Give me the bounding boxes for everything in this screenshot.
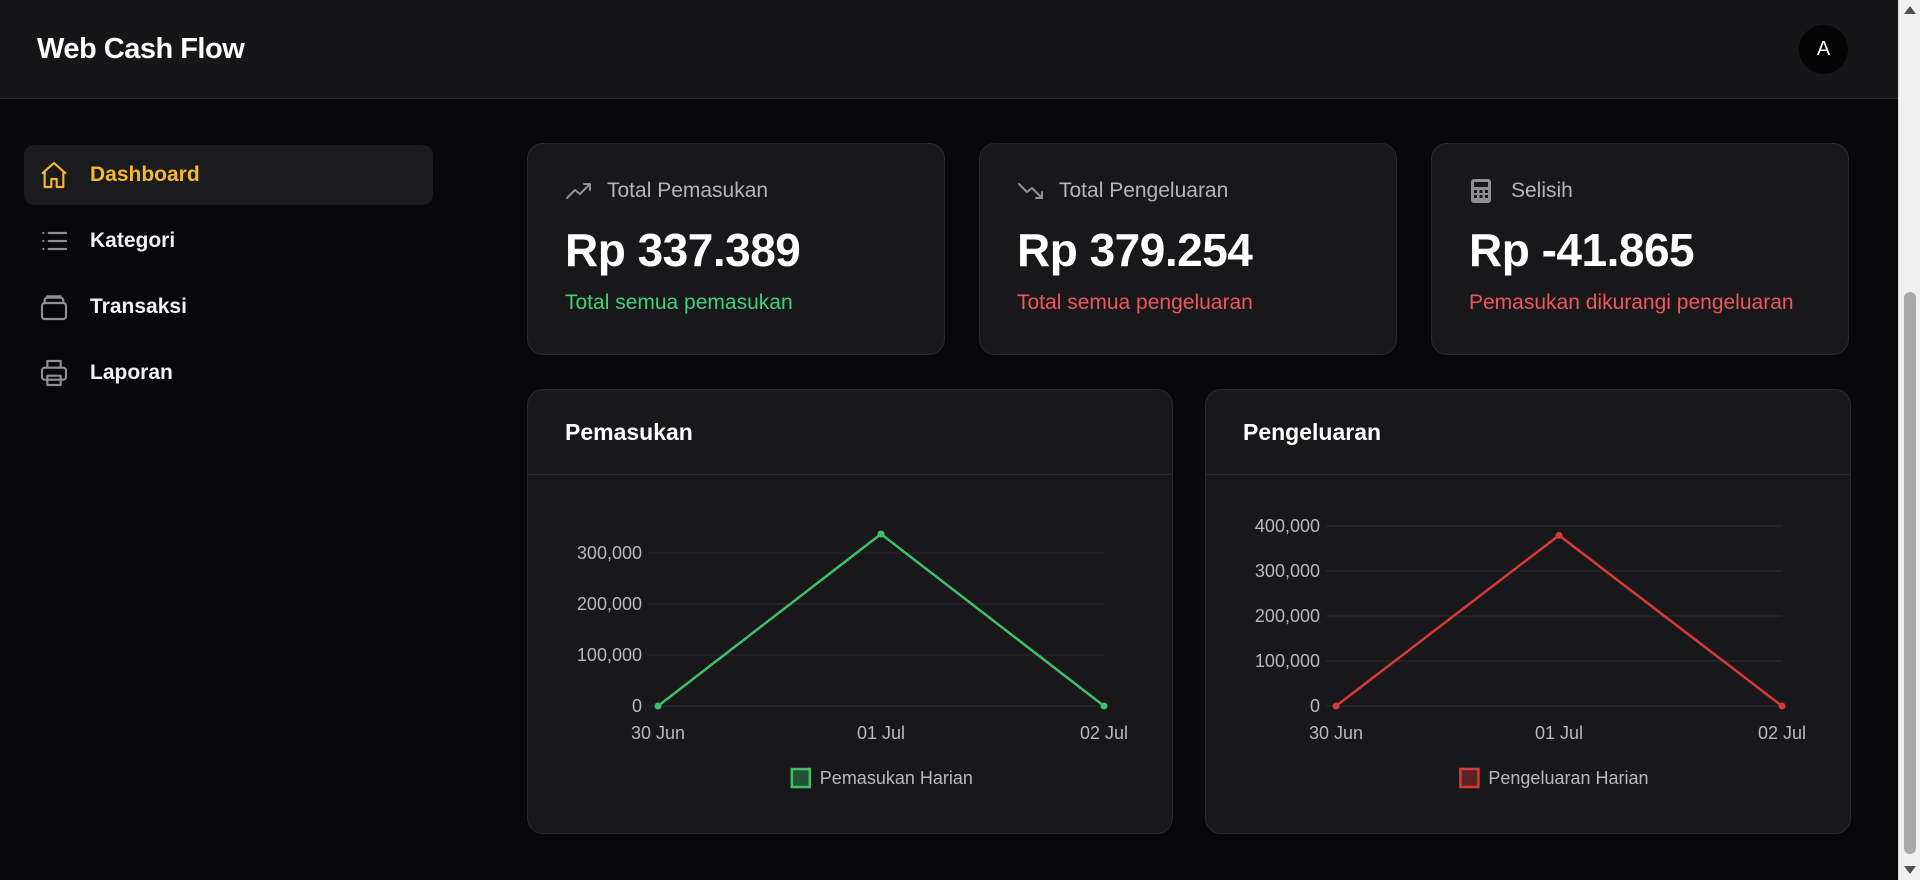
y-tick-label: 0 [632, 696, 642, 716]
x-tick-label: 01 Jul [857, 723, 905, 743]
income-line-chart: 0 100,000 200,000 300,000 30 Jun 01 Jul 02 Jul… [577, 530, 1128, 789]
data-point [1555, 531, 1563, 539]
stat-subtitle: Total semua pemasukan [565, 291, 793, 314]
stat-value: Rp -41.865 [1469, 224, 1695, 276]
series-line [657, 532, 1105, 707]
stat-card-income: Total Pemasukan Rp 337.389 Total semua p… [527, 143, 945, 355]
x-tick-label: 02 Jul [1758, 723, 1806, 743]
data-point [1100, 702, 1108, 710]
chart-card-expense: Pengeluaran 0 100,000 200,000 300,000 400,00… [1205, 389, 1851, 834]
y-tick-label: 300,000 [1255, 561, 1320, 581]
y-tick-label: 100,000 [577, 645, 642, 665]
legend-swatch [1459, 767, 1480, 789]
stat-subtitle: Total semua pengeluaran [1017, 291, 1253, 314]
data-point [877, 530, 885, 538]
trending-down-icon [1017, 178, 1045, 204]
y-tick-label: 300,000 [577, 543, 642, 563]
sidebar-item-dashboard[interactable]: Dashboard [24, 145, 433, 205]
x-tick-label: 30 Jun [631, 723, 685, 743]
trending-up-icon [565, 178, 593, 204]
stat-value: Rp 337.389 [565, 224, 801, 276]
data-point [1332, 702, 1340, 710]
y-tick-label: 100,000 [1255, 651, 1320, 671]
home-icon [37, 158, 71, 192]
stat-subtitle: Pemasukan dikurangi pengeluaran [1469, 291, 1794, 314]
list-icon [37, 224, 71, 258]
sidebar-item-transaksi[interactable]: Transaksi [24, 277, 433, 337]
page-scrollbar[interactable] [1898, 0, 1920, 880]
x-tick-label: 30 Jun [1309, 723, 1363, 743]
scroll-up-arrow[interactable] [1904, 6, 1916, 14]
wallet-icon [37, 290, 71, 324]
scroll-thumb[interactable] [1904, 292, 1916, 854]
sidebar-item-label: Transaksi [90, 295, 187, 318]
y-tick-label: 200,000 [577, 594, 642, 614]
sidebar-item-label: Kategori [90, 229, 176, 252]
sidebar-item-label: Laporan [90, 361, 173, 384]
sidebar-item-label: Dashboard [90, 163, 200, 186]
x-tick-label: 01 Jul [1535, 723, 1583, 743]
x-tick-label: 02 Jul [1080, 723, 1128, 743]
y-tick-label: 200,000 [1255, 606, 1320, 626]
top-header: Web Cash Flow A [0, 0, 1898, 99]
legend-label: Pemasukan Harian [820, 768, 973, 788]
sidebar-item-kategori[interactable]: Kategori [24, 211, 433, 271]
y-tick-label: 0 [1310, 696, 1320, 716]
stat-card-expense: Total Pengeluaran Rp 379.254 Total semua… [979, 143, 1397, 355]
sidebar: Dashboard Kategori Transaksi Laporan [24, 145, 433, 409]
series-line [1335, 533, 1783, 707]
expense-line-chart: 0 100,000 200,000 300,000 400,000 30 Jun 01 Ju… [1255, 516, 1806, 789]
stat-label: Total Pengeluaran [1059, 179, 1229, 202]
chart-card-income: Pemasukan 0 100,000 200,000 300,000 30 Jun 01… [527, 389, 1173, 834]
stat-card-difference: Selisih Rp -41.865 Pemasukan dikurangi p… [1431, 143, 1849, 355]
calculator-icon [1469, 178, 1497, 204]
sidebar-item-laporan[interactable]: Laporan [24, 343, 433, 403]
data-point [1778, 702, 1786, 710]
legend-label: Pengeluaran Harian [1488, 768, 1648, 788]
app-title: Web Cash Flow [37, 32, 245, 65]
stat-label: Selisih [1511, 179, 1573, 202]
data-point [654, 702, 662, 710]
avatar[interactable]: A [1799, 24, 1848, 74]
scroll-down-arrow[interactable] [1904, 866, 1916, 874]
printer-icon [37, 356, 71, 390]
y-tick-label: 400,000 [1255, 516, 1320, 536]
stat-label: Total Pemasukan [607, 179, 769, 202]
stat-value: Rp 379.254 [1017, 224, 1253, 276]
legend-swatch [790, 767, 812, 789]
